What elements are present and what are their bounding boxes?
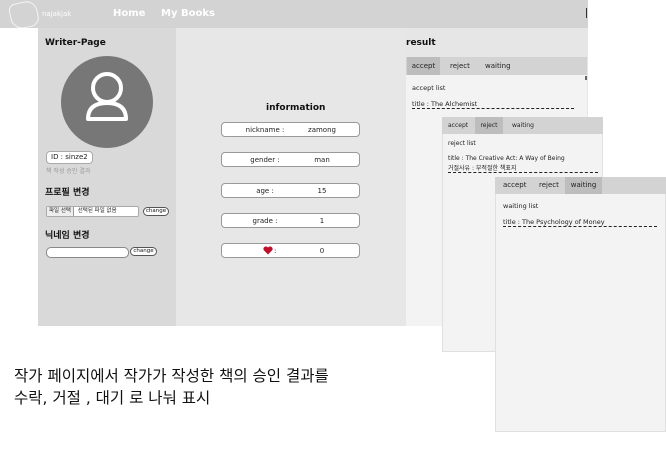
info-value: 0 (319, 247, 325, 255)
file-select-button[interactable]: 파일 선택 (47, 207, 74, 216)
nickname-input[interactable] (46, 247, 129, 258)
approval-hint: 책 작성 승인 결과 (46, 168, 91, 175)
accept-item[interactable]: title : The Alchemist (412, 100, 574, 109)
avatar (61, 56, 153, 148)
reject-list-label: reject list (448, 140, 476, 147)
nickname-change-heading: 닉네임 변경 (45, 231, 90, 241)
brand-name[interactable]: najakjak (42, 10, 71, 18)
info-row-nickname: nickname : zamong (221, 122, 360, 137)
user-id-badge: ID : sinze2 (46, 151, 93, 164)
accept-list-label: accept list (412, 84, 446, 92)
info-row-age: age : 15 (221, 183, 360, 198)
info-value: man (314, 156, 330, 164)
file-input[interactable]: 파일 선택 선택된 파일 없음 (46, 206, 139, 217)
reject-item[interactable]: title : The Creative Act: A Way of Being (448, 155, 565, 162)
info-value: 1 (319, 217, 325, 225)
caption-line-2: 수락, 거절 , 대기 로 나눠 표시 (14, 389, 211, 407)
information-panel (176, 28, 405, 326)
nickname-change-button[interactable]: change (130, 247, 157, 256)
nav-home-link[interactable]: Home (113, 8, 145, 19)
tab-reject[interactable]: reject (450, 62, 470, 70)
profile-change-button[interactable]: change (143, 207, 169, 216)
info-row-grade: grade : 1 (221, 213, 360, 228)
scrollbar[interactable] (585, 76, 587, 80)
tab-waiting[interactable]: waiting (565, 177, 602, 194)
info-key: : (274, 247, 277, 255)
caption-line-1: 작가 페이지에서 작가가 작성한 책의 승인 결과를 (14, 367, 329, 385)
profile-change-heading: 프로필 변경 (45, 188, 90, 198)
heart-icon (263, 246, 273, 257)
info-value: zamong (308, 126, 336, 134)
page-margin (0, 28, 38, 326)
tab-accept[interactable]: accept (407, 57, 440, 75)
info-value: 15 (317, 187, 327, 195)
info-row-gender: gender : man (221, 152, 360, 167)
waiting-item[interactable]: title : The Psychology of Money (503, 218, 657, 227)
top-nav (0, 0, 588, 28)
reject-reason: 거절사유 : 부적절한 책표지 (448, 163, 598, 173)
nav-edge-mark (586, 8, 587, 18)
waiting-panel (495, 177, 666, 432)
nav-my-books-link[interactable]: My Books (161, 8, 215, 19)
result-title: result (406, 38, 436, 48)
info-row-likes: : 0 (221, 243, 360, 258)
tab-accept[interactable]: accept (448, 122, 468, 129)
page-title: Writer-Page (45, 38, 106, 48)
tab-waiting[interactable]: waiting (485, 62, 511, 70)
user-icon (86, 72, 128, 121)
tab-waiting[interactable]: waiting (512, 122, 534, 129)
waiting-list-label: waiting list (503, 202, 539, 210)
information-title: information (266, 103, 326, 113)
tab-reject[interactable]: reject (539, 181, 559, 189)
tab-accept[interactable]: accept (503, 181, 526, 189)
tab-reject[interactable]: reject (475, 117, 503, 134)
file-status: 선택된 파일 없음 (77, 208, 117, 214)
